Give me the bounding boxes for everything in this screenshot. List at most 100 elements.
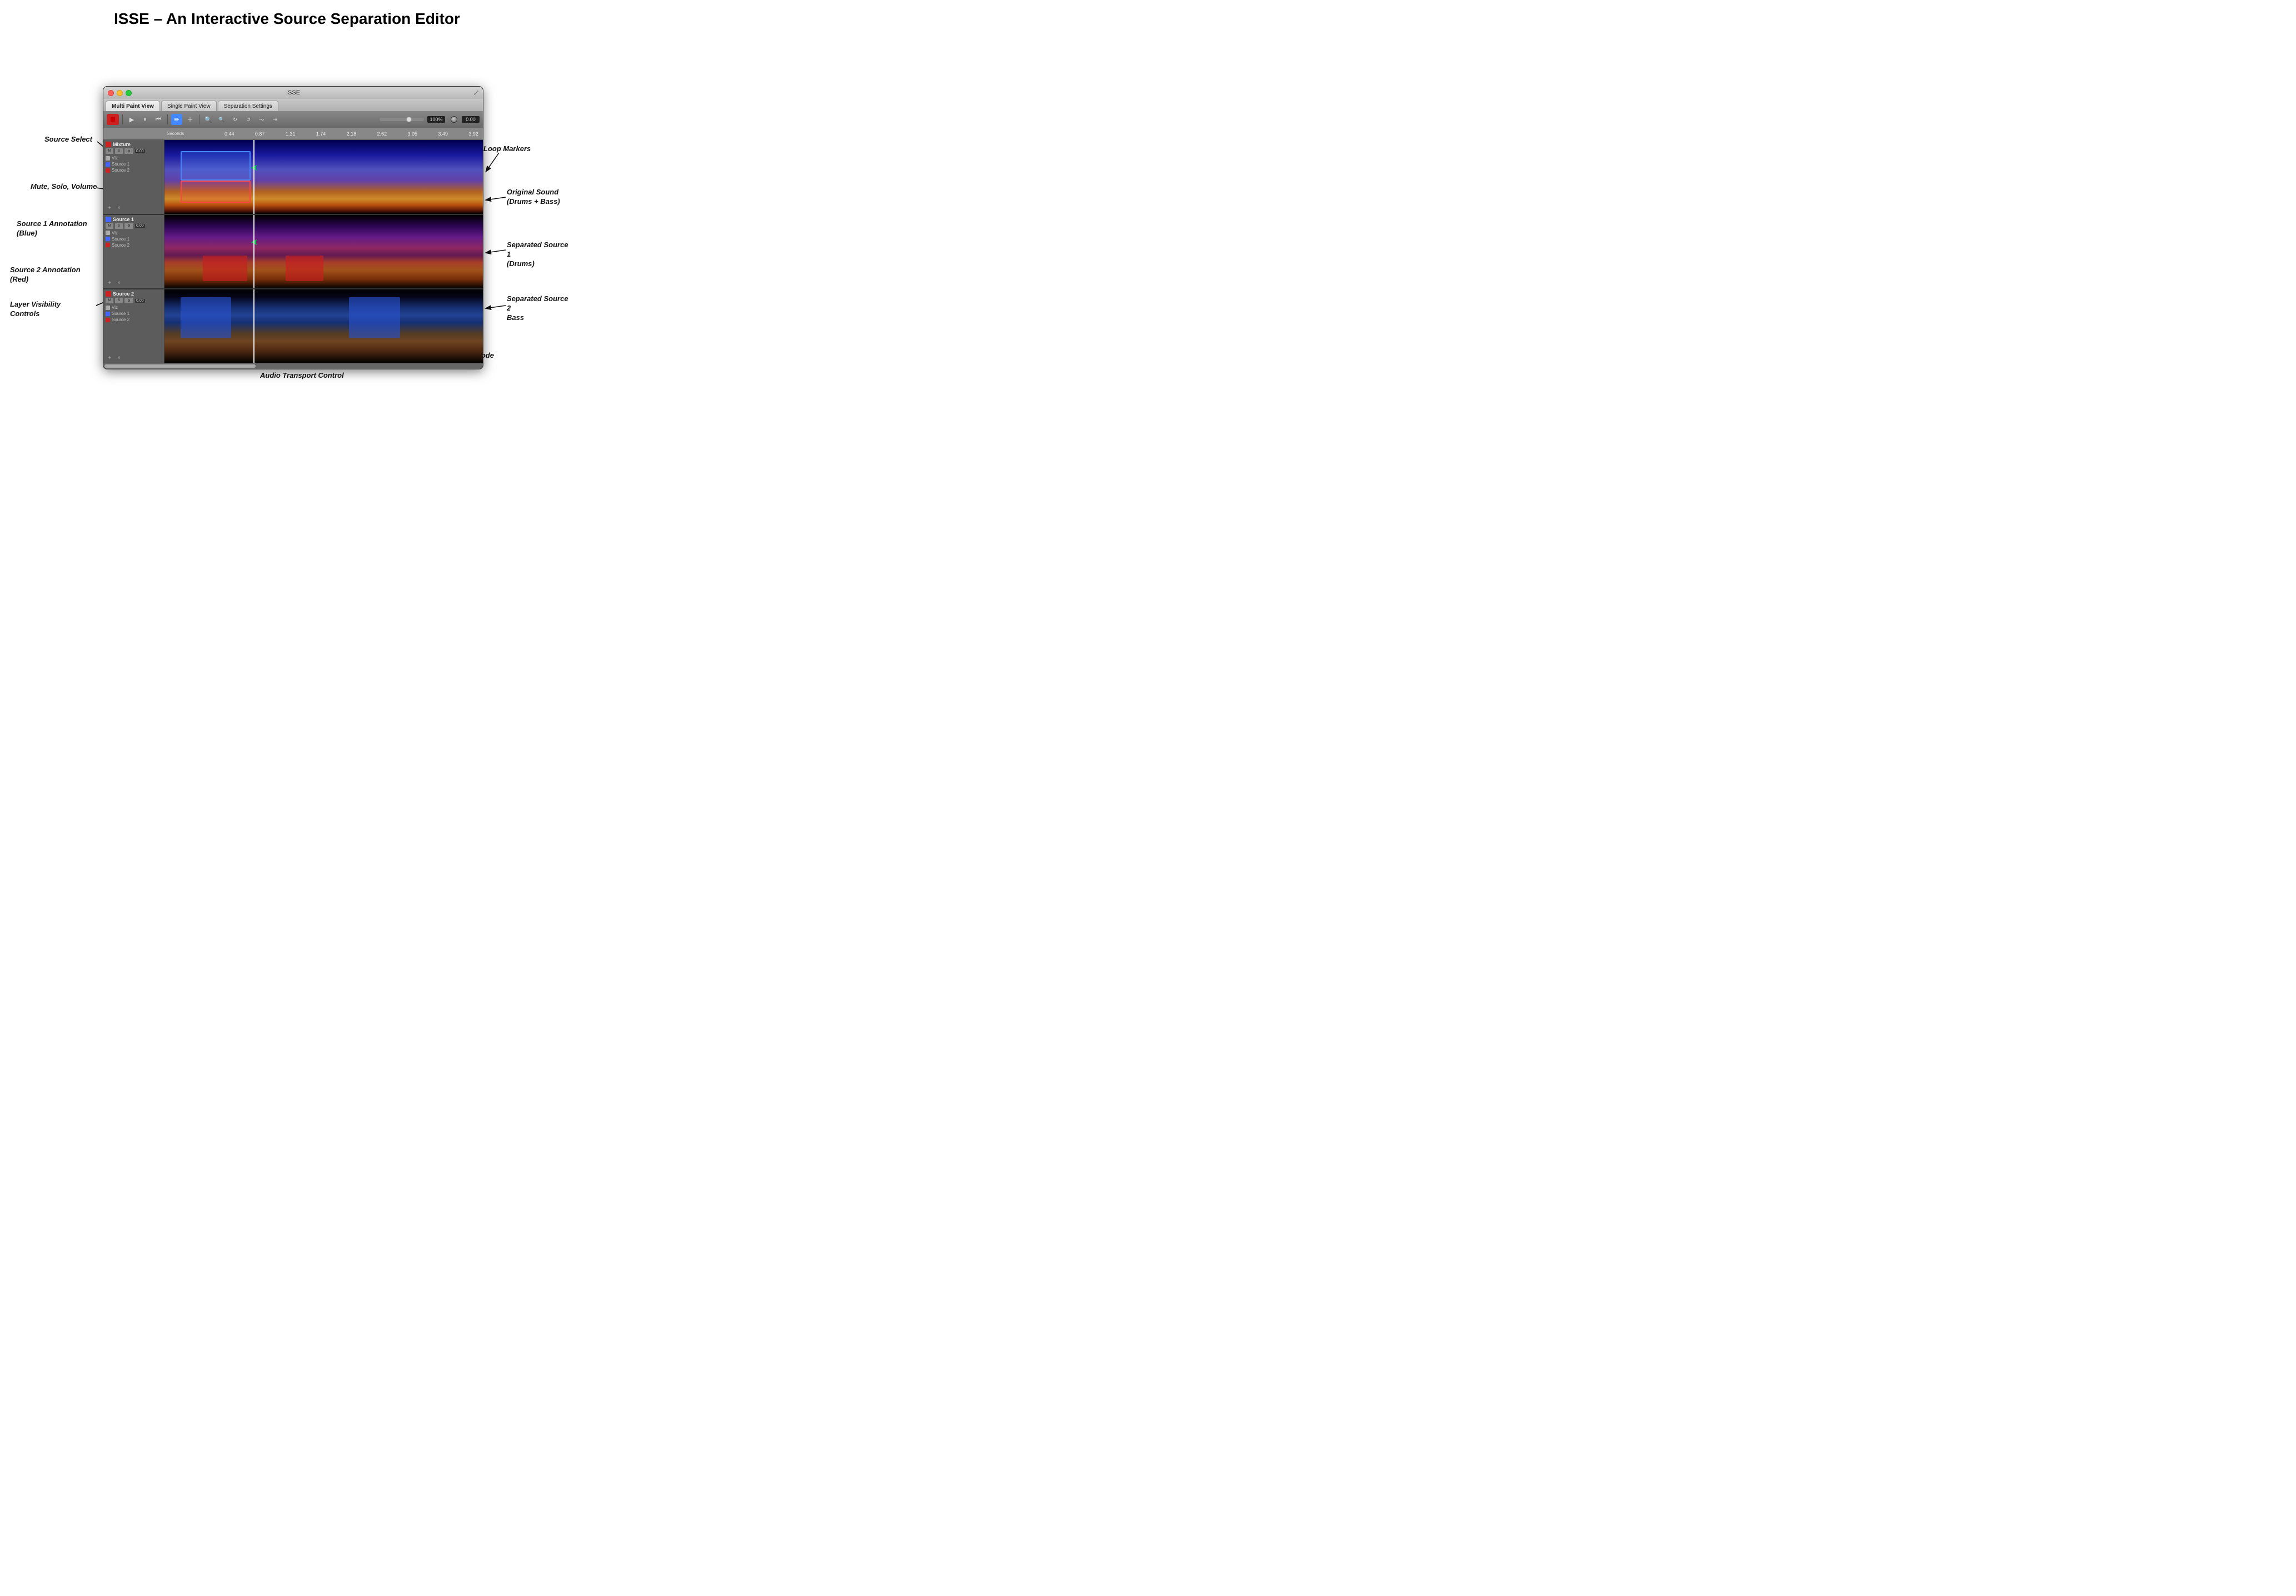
source2-mute-btn[interactable]: M	[106, 298, 113, 303]
source1-bottom-row: + ×	[106, 277, 162, 287]
ruler-marks: 0.44 0.87 1.31 1.74 2.18 2.62 3.05 3.49 …	[224, 131, 483, 137]
playback-cursor-line	[253, 140, 254, 214]
source1-viz-label: Viz	[112, 231, 118, 236]
zoom-slider[interactable]	[380, 118, 424, 121]
mixture-mute-btn[interactable]: M	[106, 148, 113, 154]
source2-solo-btn[interactable]: S	[115, 298, 123, 303]
source1-add-btn[interactable]: +	[106, 279, 113, 287]
mixture-solo-btn[interactable]: S	[115, 148, 123, 154]
toolbar-separator-2	[167, 114, 168, 124]
play-icon[interactable]: ▶	[126, 114, 137, 125]
zoom-control[interactable]: 100%	[380, 116, 445, 123]
source2-settings-btn[interactable]: ⚙	[124, 298, 133, 303]
track-source2-controls: Source 2 M S ⚙ 0.00 Viz	[103, 289, 164, 363]
skip-start-icon[interactable]: ⏮	[153, 114, 164, 125]
pause-icon[interactable]: ⏸	[139, 114, 151, 125]
source1-red-block-2	[286, 256, 324, 281]
flip-icon[interactable]: ↻	[229, 114, 241, 125]
source1-spectrogram[interactable]: ➤	[164, 215, 483, 289]
draw-tool-icon[interactable]: ✏	[171, 114, 182, 125]
tab-separation-settings[interactable]: Separation Settings	[218, 101, 278, 111]
original-sound-label: Original Sound (Drums + Bass)	[507, 188, 573, 207]
source2-blue-block-1	[181, 297, 232, 338]
mixture-name-row: Mixture	[106, 142, 162, 147]
zoom-in-icon[interactable]: 🔍	[203, 114, 214, 125]
zoom-display: 100%	[427, 116, 445, 123]
loop-markers-label: Loop Markers	[483, 144, 531, 153]
zoom-thumb[interactable]	[406, 117, 412, 122]
mirror-icon[interactable]: ↺	[243, 114, 254, 125]
toolbar: ▶ ⏸ ⏮ ✏ ＋ 🔍 🔍 ↻ ↺ 〜 ⇥	[103, 111, 483, 128]
mixture-add-btn[interactable]: +	[106, 204, 113, 212]
expand-icon[interactable]: ⤢	[474, 90, 478, 96]
source2-source1-label: Source 1	[112, 311, 129, 316]
source2-source2-label: Source 2	[112, 317, 129, 322]
mixture-settings-btn[interactable]: ⚙	[124, 148, 133, 154]
minimize-button[interactable]	[117, 90, 123, 96]
export-icon[interactable]: ⇥	[269, 114, 281, 125]
mixture-source2-dot	[106, 168, 110, 173]
source2-color-swatch	[106, 291, 111, 297]
master-volume-knob[interactable]	[451, 116, 457, 123]
source2-spec-bg	[164, 289, 483, 363]
source1-source1-label: Source 1	[112, 237, 129, 242]
seconds-label: Seconds	[164, 131, 224, 136]
timeline-ruler: Seconds 0.44 0.87 1.31 1.74 2.18 2.62 3.…	[103, 128, 483, 140]
source2-volume-display: 0.00	[135, 299, 145, 303]
maximize-button[interactable]	[126, 90, 132, 96]
mixture-spec-bg: ➤	[164, 140, 483, 214]
horizontal-scrollbar[interactable]	[103, 363, 483, 369]
source1-source2-label: Source 2	[112, 243, 129, 248]
diagram-container: Source Select Drawing Control Extra Brus…	[0, 33, 574, 400]
tab-multi-paint[interactable]: Multi Paint View	[106, 101, 160, 111]
toolbar-separator-1	[122, 114, 123, 124]
source1-track-name: Source 1	[113, 217, 134, 222]
source2-remove-btn[interactable]: ×	[115, 354, 123, 362]
source1-solo-btn[interactable]: S	[115, 223, 123, 229]
separated-source1-label: Separated Source 1 (Drums)	[507, 241, 573, 269]
source2-msv-row: M S ⚙ 0.00	[106, 298, 162, 303]
mixture-remove-btn[interactable]: ×	[115, 204, 123, 212]
source1-name-row: Source 1	[106, 217, 162, 222]
source1-source2-dot	[106, 243, 110, 247]
tab-single-paint[interactable]: Single Paint View	[161, 101, 217, 111]
waveform-icon[interactable]: 〜	[256, 114, 267, 125]
title-bar: ISSE ⤢	[103, 87, 483, 99]
source1-annotation-blob	[181, 151, 251, 181]
scrollbar-thumb[interactable]	[104, 364, 256, 368]
source2-source2-row: Source 2	[106, 317, 162, 322]
source2-name-row: Source 2	[106, 291, 162, 297]
source1-cursor-line	[253, 215, 254, 289]
mixture-source1-label: Source 1	[112, 162, 129, 167]
master-volume-display: 0.00	[462, 116, 480, 123]
mixture-source1-row: Source 1	[106, 162, 162, 167]
source1-settings-btn[interactable]: ⚙	[124, 223, 133, 229]
source2-annotation-blob	[181, 181, 251, 203]
mixture-spectrogram[interactable]: ➤	[164, 140, 483, 214]
mixture-color-swatch	[106, 142, 111, 147]
mixture-viz-row: Viz	[106, 156, 162, 161]
mixture-viz-label: Viz	[112, 156, 118, 161]
separated-source2-label: Separated Source 2 Bass	[507, 294, 573, 323]
mixture-source2-label: Source 2	[112, 168, 129, 173]
source2-track-name: Source 2	[113, 291, 134, 297]
source1-mute-btn[interactable]: M	[106, 223, 113, 229]
traffic-lights	[108, 90, 132, 96]
source-select-label: Source Select	[44, 135, 92, 143]
track-mixture-panel: Mixture M S ⚙ 0.00 Viz	[103, 140, 483, 215]
mixture-source1-dot	[106, 162, 110, 167]
track-source1-controls: Source 1 M S ⚙ 0.00 Viz	[103, 215, 164, 289]
add-tool-icon[interactable]: ＋	[184, 114, 196, 125]
close-button[interactable]	[108, 90, 114, 96]
source1-viz-dot	[106, 231, 110, 235]
layer-visibility-label: Layer Visibility Controls	[10, 300, 91, 319]
source1-remove-btn[interactable]: ×	[115, 279, 123, 287]
source1-annotation-label: Source 1 Annotation (Blue)	[17, 219, 89, 238]
zoom-out-icon[interactable]: 🔍	[216, 114, 227, 125]
audio-transport-label: Audio Transport Control	[260, 371, 344, 379]
mute-solo-label: Mute, Solo, Volume	[31, 182, 97, 191]
track-source1-panel: Source 1 M S ⚙ 0.00 Viz	[103, 215, 483, 290]
record-button[interactable]	[107, 114, 119, 125]
source2-add-btn[interactable]: +	[106, 354, 113, 362]
source2-spectrogram[interactable]	[164, 289, 483, 363]
